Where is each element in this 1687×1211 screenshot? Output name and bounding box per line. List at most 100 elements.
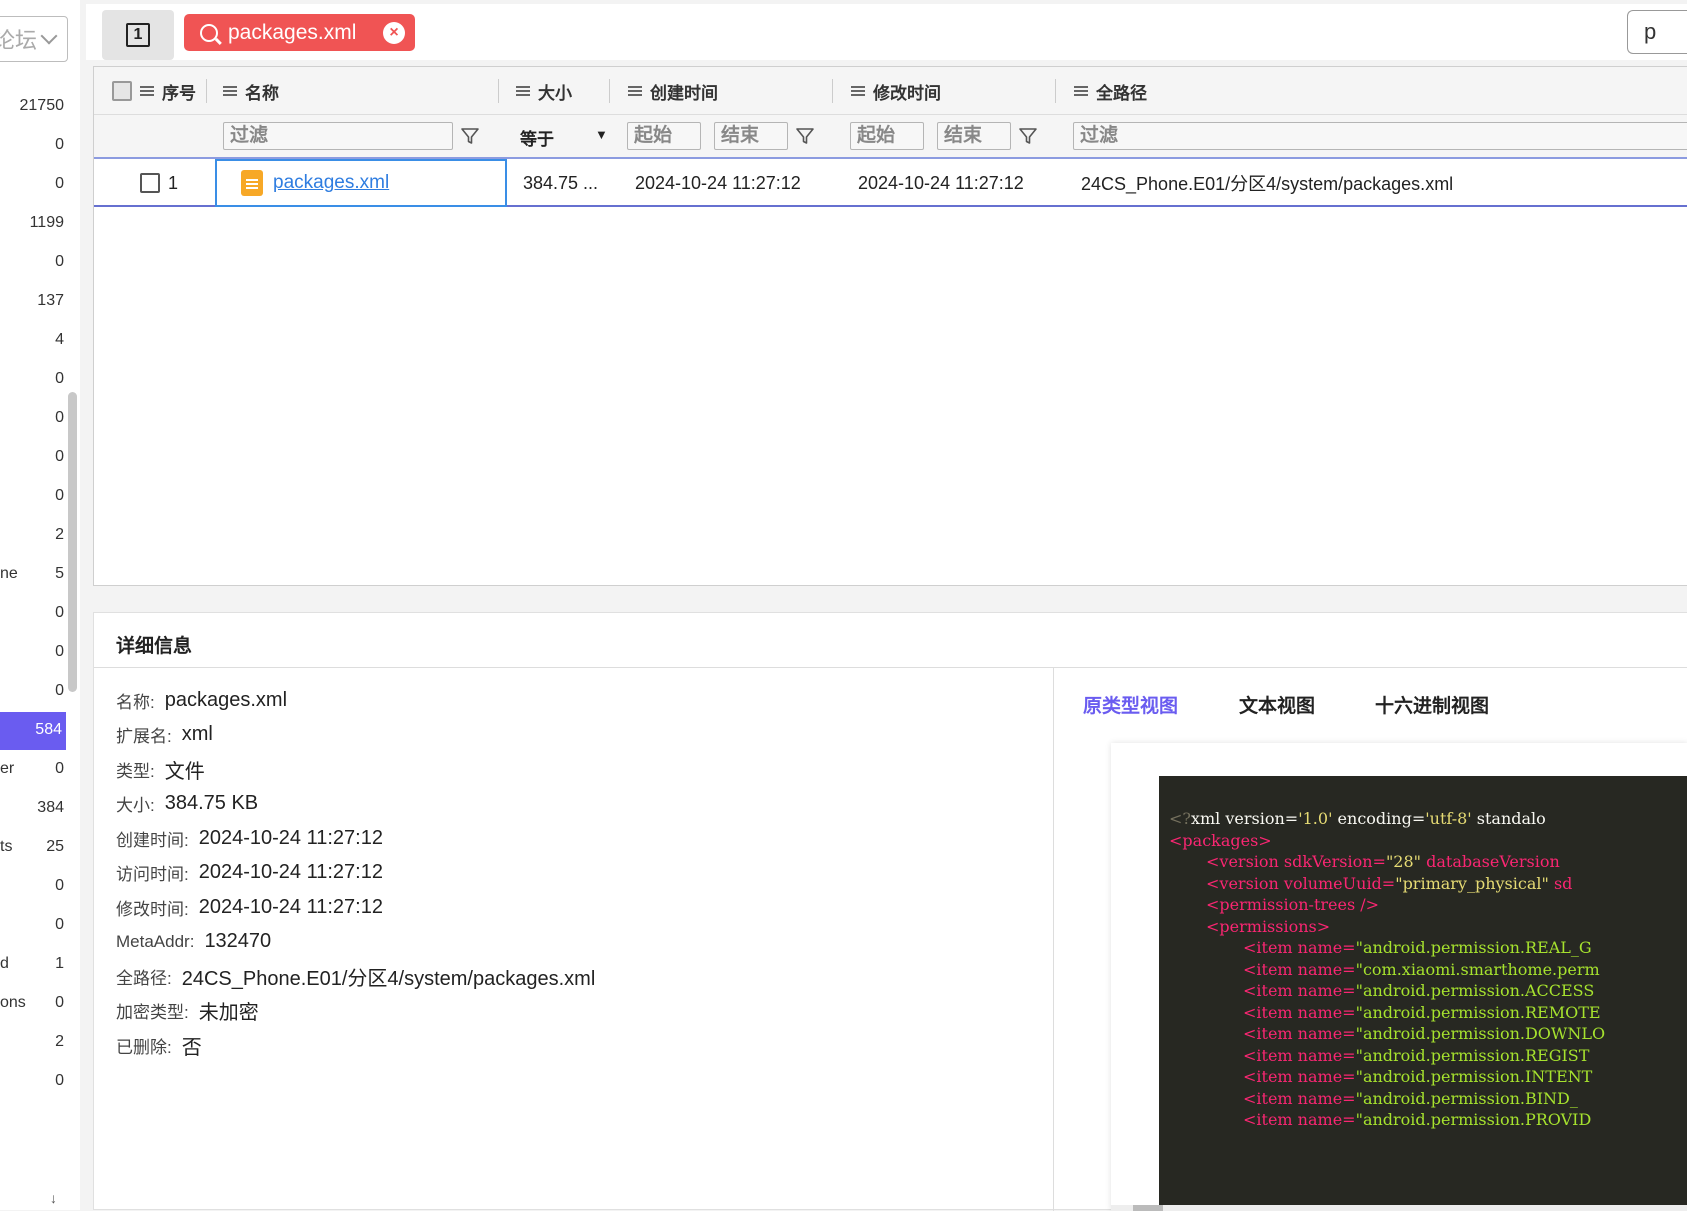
col-header-name[interactable]: 名称 <box>223 67 279 115</box>
code-token: <item <box>1243 1045 1293 1065</box>
code-token: "android.permission.REMOTE <box>1355 1002 1601 1022</box>
tab-hex-view[interactable]: 十六进制视图 <box>1375 691 1489 718</box>
col-header-index[interactable]: 序号 <box>140 67 196 115</box>
sidebar-item[interactable]: 0 <box>0 634 72 672</box>
code-token: <item <box>1243 938 1293 957</box>
path-filter-input[interactable]: 过滤 <box>1073 122 1687 150</box>
code-token: <version <box>1206 852 1279 871</box>
sidebar-item[interactable]: 0 <box>0 1063 72 1101</box>
sidebar-item[interactable]: 384 <box>0 790 72 828</box>
scroll-down-icon[interactable]: ↓ <box>50 1190 57 1206</box>
column-menu-icon <box>851 86 865 96</box>
sidebar-item[interactable]: er 0 <box>0 751 72 789</box>
filter-icon[interactable] <box>795 126 815 146</box>
code-token: standalo <box>1471 809 1546 828</box>
sidebar-item-count: 0 <box>55 487 64 504</box>
created-start-input[interactable]: 起始 <box>627 122 701 150</box>
page-number: 1 <box>126 23 150 47</box>
detail-field-key: 加密类型: <box>116 1003 189 1023</box>
column-menu-icon <box>1074 86 1088 96</box>
code-preview-frame: <?xml version='1.0' encoding='utf-8' sta… <box>1111 743 1687 1211</box>
sidebar-item[interactable]: 137 <box>0 283 72 321</box>
sidebar-item[interactable]: 0 <box>0 439 72 477</box>
tab-native-view[interactable]: 原类型视图 <box>1083 691 1178 718</box>
row-name-cell[interactable]: packages.xml <box>215 159 507 207</box>
modified-end-input[interactable]: 结束 <box>937 122 1011 150</box>
sidebar-item[interactable]: 0 <box>0 361 72 399</box>
code-token: name= <box>1292 1024 1356 1043</box>
detail-field: 名称: packages.xml <box>116 683 595 718</box>
tab-text-view[interactable]: 文本视图 <box>1239 691 1315 718</box>
code-token: "android.permission.ACCESS <box>1355 981 1595 1000</box>
detail-panel: 详细信息 名称: packages.xml 扩展名: xml 类型: 文件 大小: 384.7… <box>93 612 1687 1211</box>
search-tag[interactable]: packages.xml × <box>184 14 415 51</box>
col-header-created[interactable]: 创建时间 <box>628 67 718 115</box>
detail-field-value: 24CS_Phone.E01/分区4/system/packages.xml <box>181 967 596 990</box>
code-line: <item name="android.permission.REMOTE <box>1169 1002 1687 1024</box>
sidebar-item[interactable]: 1199 <box>0 205 72 243</box>
detail-field-value: 132470 <box>204 930 272 953</box>
detail-field-key: 全路径: <box>116 968 172 988</box>
page-button[interactable]: 1 <box>102 10 174 60</box>
sidebar-item[interactable]: ts 25 <box>0 829 72 867</box>
filter-icon[interactable] <box>1018 126 1038 146</box>
sidebar-item-count: 0 <box>55 994 64 1011</box>
code-token: <item <box>1243 959 1293 979</box>
sidebar-item-count: 2 <box>55 526 64 543</box>
code-token: 'utf-8' <box>1425 809 1472 828</box>
sidebar-item[interactable]: 0 <box>0 127 72 165</box>
file-name-link[interactable]: packages.xml <box>273 172 389 194</box>
sidebar-item[interactable]: 4 <box>0 322 72 360</box>
sidebar-item-count: 0 <box>55 448 64 465</box>
code-token: encoding= <box>1332 809 1426 828</box>
sidebar-item[interactable]: 0 <box>0 907 72 945</box>
col-header-path[interactable]: 全路径 <box>1074 67 1147 115</box>
xml-code-view[interactable]: <?xml version='1.0' encoding='utf-8' sta… <box>1159 776 1687 1211</box>
sidebar-item[interactable]: d1 <box>0 946 72 984</box>
sidebar-item[interactable]: 0 <box>0 166 72 204</box>
sidebar-item-count: 4 <box>55 331 64 348</box>
sidebar-item[interactable]: 0 <box>0 868 72 906</box>
sidebar-item[interactable]: 2 <box>0 517 72 555</box>
select-all-cell[interactable] <box>112 67 132 115</box>
sidebar-item[interactable]: ne 5 <box>0 556 72 594</box>
file-table: 序号 名称 大小 创建时间 修改时间 全路径 过滤 等于 ▼ 起始 结束 起始 … <box>93 66 1687 586</box>
dropdown-arrow-icon[interactable]: ▼ <box>595 127 608 142</box>
code-line: <?xml version='1.0' encoding='utf-8' sta… <box>1169 808 1687 830</box>
table-row[interactable]: 1 packages.xml 384.75 ... 2024-10-24 11:… <box>94 159 1687 207</box>
detail-field: 全路径: 24CS_Phone.E01/分区4/system/packages.x… <box>116 959 595 994</box>
row-select-cell[interactable] <box>140 159 160 207</box>
col-header-size[interactable]: 大小 <box>516 67 572 115</box>
detail-field: 类型: 文件 <box>116 752 595 787</box>
sidebar-item[interactable]: 0 <box>0 244 72 282</box>
detail-field-value: xml <box>181 723 213 746</box>
sidebar-item[interactable]: 0 <box>0 595 72 633</box>
sidebar-item-count: 0 <box>55 916 64 933</box>
name-filter-input[interactable]: 过滤 <box>223 122 453 150</box>
filter-icon[interactable] <box>460 126 480 146</box>
code-token: volumeUuid= <box>1278 873 1396 893</box>
right-search-input[interactable]: p <box>1627 10 1687 54</box>
sidebar-item[interactable]: 21750 <box>0 88 72 126</box>
column-menu-icon <box>140 86 154 96</box>
col-header-modified[interactable]: 修改时间 <box>851 67 941 115</box>
select-all-checkbox[interactable] <box>112 81 132 101</box>
sidebar-item-count: 0 <box>55 682 64 699</box>
sidebar-item[interactable]: 0 <box>0 673 72 711</box>
category-dropdown[interactable]: 论坛 <box>0 16 68 62</box>
sidebar-item[interactable]: 2 <box>0 1024 72 1062</box>
close-icon[interactable]: × <box>383 21 405 44</box>
size-operator-select[interactable]: 等于 <box>520 125 554 150</box>
sidebar-item[interactable]: ons 0 <box>0 985 72 1023</box>
sidebar-item[interactable]: 0 <box>0 400 72 438</box>
code-horizontal-scrollbar[interactable] <box>1111 1205 1687 1211</box>
dropdown-value: 论坛 <box>0 28 37 53</box>
sidebar-item[interactable]: 0 <box>0 478 72 516</box>
modified-start-input[interactable]: 起始 <box>850 122 924 150</box>
row-checkbox[interactable] <box>140 173 160 193</box>
created-end-input[interactable]: 结束 <box>714 122 788 150</box>
sidebar-item-count: 0 <box>55 604 64 621</box>
sidebar-item[interactable]: 584 <box>0 712 66 750</box>
code-token: sdkVersion= <box>1278 852 1386 871</box>
sidebar-scrollbar[interactable] <box>68 392 77 692</box>
